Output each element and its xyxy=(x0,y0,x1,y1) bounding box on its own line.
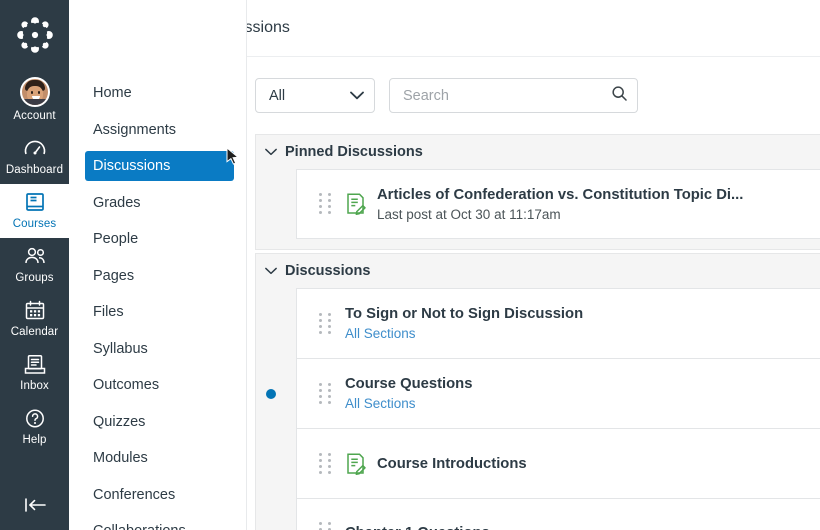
course-nav-item-assignments[interactable]: Assignments xyxy=(85,115,234,145)
global-nav-label-courses: Courses xyxy=(12,218,57,230)
courses-book-icon xyxy=(22,190,48,216)
drag-handle-icon[interactable] xyxy=(319,193,333,215)
global-nav-label-account: Account xyxy=(13,110,56,122)
panel-title-pinned: Pinned Discussions xyxy=(285,144,423,160)
groups-people-icon xyxy=(22,244,48,270)
global-nav-item-groups[interactable]: Groups xyxy=(0,238,69,292)
breadcrumb: Hist101 › Discussions xyxy=(247,19,290,37)
discussion-sections-link[interactable]: All Sections xyxy=(345,324,583,343)
panel-header-pinned-discussions[interactable]: Pinned Discussions xyxy=(256,135,820,169)
filter-dropdown-value: All xyxy=(269,87,286,104)
canvas-discussions-page: Account Dashboard Courses Groups Calenda… xyxy=(0,0,820,530)
global-nav-item-help[interactable]: Help xyxy=(0,400,69,454)
mouse-cursor xyxy=(226,146,240,167)
global-nav-label-dashboard: Dashboard xyxy=(5,164,64,176)
drag-handle-icon[interactable] xyxy=(319,312,333,335)
discussion-title: Chapter 1 Questions xyxy=(345,523,490,530)
breadcrumb-bar: Hist101 › Discussions xyxy=(247,0,820,57)
discussion-last-post: Last post at Oct 30 at 11:17am xyxy=(377,206,561,222)
course-nav-item-syllabus[interactable]: Syllabus xyxy=(85,334,234,364)
calendar-icon xyxy=(22,298,48,324)
chevron-down-icon xyxy=(350,88,364,104)
filter-dropdown[interactable]: All xyxy=(255,78,375,113)
global-nav-label-calendar: Calendar xyxy=(10,326,59,338)
graded-discussion-icon xyxy=(345,452,367,476)
global-navigation: Account Dashboard Courses Groups Calenda… xyxy=(0,0,69,530)
collapse-left-arrow-icon[interactable] xyxy=(0,496,69,514)
help-question-icon xyxy=(22,406,48,432)
discussion-title: Course Questions xyxy=(345,376,473,392)
global-nav-label-groups: Groups xyxy=(15,272,54,284)
graded-discussion-icon xyxy=(345,192,367,216)
global-nav-label-help: Help xyxy=(22,434,47,446)
inbox-tray-icon xyxy=(22,352,48,378)
discussion-row-course-introductions[interactable]: Course Introductions xyxy=(296,428,820,498)
dashboard-gauge-icon xyxy=(22,136,48,162)
course-nav-item-files[interactable]: Files xyxy=(85,297,234,327)
discussion-row-text: To Sign or Not to Sign Discussion All Se… xyxy=(345,304,583,343)
discussion-title: Course Introductions xyxy=(377,455,527,472)
search-input[interactable] xyxy=(403,87,611,104)
global-nav-item-inbox[interactable]: Inbox xyxy=(0,346,69,400)
unread-indicator-dot xyxy=(266,388,276,399)
discussion-row-text: Course Introductions xyxy=(377,454,527,474)
discussion-title: Articles of Confederation vs. Constituti… xyxy=(377,186,744,203)
course-nav-item-people[interactable]: People xyxy=(85,224,234,254)
chevron-down-icon[interactable] xyxy=(265,144,277,160)
discussion-row-articles-of-confederation[interactable]: Articles of Confederation vs. Constituti… xyxy=(296,169,820,239)
drag-handle-icon[interactable] xyxy=(319,522,333,530)
global-nav-item-account[interactable]: Account xyxy=(0,71,69,130)
global-nav-label-inbox: Inbox xyxy=(20,380,49,392)
course-nav-item-modules[interactable]: Modules xyxy=(85,443,234,473)
canvas-logo[interactable] xyxy=(13,13,57,57)
discussion-panels: Pinned Discussions Articles of Confedera… xyxy=(255,134,820,530)
discussion-title: To Sign or Not to Sign Discussion xyxy=(345,306,584,322)
discussion-row-text: Articles of Confederation vs. Constituti… xyxy=(377,185,743,224)
drag-handle-icon[interactable] xyxy=(319,382,333,405)
course-nav-item-quizzes[interactable]: Quizzes xyxy=(85,407,234,437)
breadcrumb-current: Discussions xyxy=(247,19,290,36)
global-nav-item-calendar[interactable]: Calendar xyxy=(0,292,69,346)
discussions-toolbar: All xyxy=(255,78,820,113)
course-nav-item-collaborations[interactable]: Collaborations xyxy=(85,516,234,530)
discussion-row-text: Course Questions All Sections xyxy=(345,374,472,413)
panel-pinned-discussions: Pinned Discussions Articles of Confedera… xyxy=(255,134,820,250)
global-nav-item-dashboard[interactable]: Dashboard xyxy=(0,130,69,184)
global-nav-item-courses[interactable]: Courses xyxy=(0,184,69,238)
discussion-row-chapter-1-questions[interactable]: Chapter 1 Questions xyxy=(296,498,820,530)
discussion-row-course-questions[interactable]: Course Questions All Sections xyxy=(266,358,820,428)
search-icon[interactable] xyxy=(611,85,628,107)
discussion-row-to-sign-or-not-to-sign[interactable]: To Sign or Not to Sign Discussion All Se… xyxy=(296,288,820,358)
panel-header-discussions[interactable]: Discussions xyxy=(256,254,820,288)
main-content: Hist101 › Discussions All xyxy=(247,0,820,530)
panel-body-pinned: Articles of Confederation vs. Constituti… xyxy=(256,169,820,249)
course-nav-item-home[interactable]: Home xyxy=(85,78,234,108)
discussion-sections-link[interactable]: All Sections xyxy=(345,394,472,413)
drag-handle-icon[interactable] xyxy=(319,452,333,475)
panel-title-discussions: Discussions xyxy=(285,263,371,279)
panel-body-discussions: To Sign or Not to Sign Discussion All Se… xyxy=(256,288,820,530)
panel-discussions: Discussions To Sign or Not to Sign Discu… xyxy=(255,253,820,530)
course-navigation: Home Assignments Discussions Grades Peop… xyxy=(69,0,247,530)
chevron-down-icon[interactable] xyxy=(265,263,277,279)
course-nav-item-grades[interactable]: Grades xyxy=(85,188,234,218)
course-nav-item-pages[interactable]: Pages xyxy=(85,261,234,291)
avatar xyxy=(19,77,50,107)
course-nav-item-discussions[interactable]: Discussions xyxy=(85,151,234,181)
search-box[interactable] xyxy=(389,78,638,113)
course-nav-item-outcomes[interactable]: Outcomes xyxy=(85,370,234,400)
course-nav-item-conferences[interactable]: Conferences xyxy=(85,480,234,510)
discussion-row-text: Chapter 1 Questions xyxy=(345,523,490,530)
